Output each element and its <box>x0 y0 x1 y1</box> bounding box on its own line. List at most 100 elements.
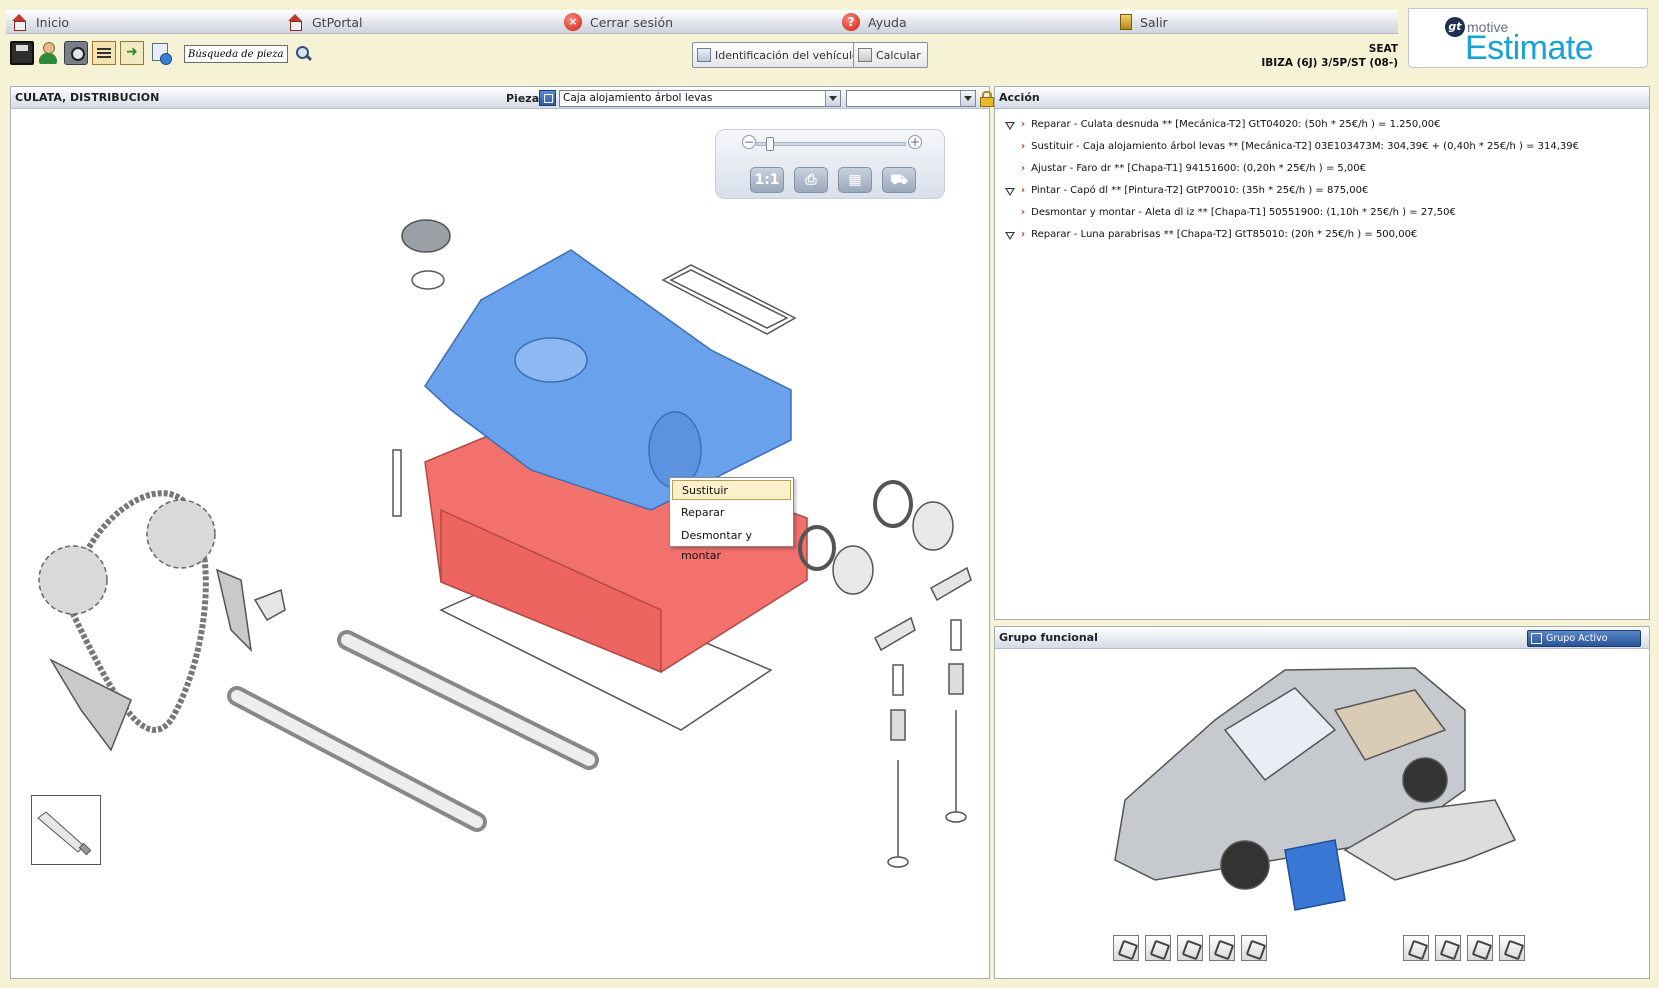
menu-gtportal[interactable]: GtPortal <box>286 13 363 31</box>
zoom-out-button[interactable]: − <box>742 135 756 149</box>
bolt-part[interactable] <box>392 449 402 517</box>
action-row[interactable]: › Reparar - Luna parabrisas ** [Chapa-T2]… <box>1021 229 1417 240</box>
group-cooling-icon[interactable] <box>1435 935 1461 961</box>
car-wheel-icon <box>1220 840 1270 890</box>
vehicle-make: SEAT <box>1368 43 1398 55</box>
sprocket-part[interactable] <box>38 545 108 615</box>
part-select-value: Caja alojamiento árbol levas <box>563 92 713 104</box>
action-panel-header: Acción <box>995 87 1649 109</box>
ctx-desmontar-montar[interactable]: Desmontar y montar <box>672 526 791 562</box>
tensioner-plate-part[interactable] <box>253 588 286 622</box>
part-context-menu: Sustituir Reparar Desmontar y montar <box>669 477 794 562</box>
menu-inicio-label: Inicio <box>36 14 70 30</box>
part-select[interactable]: Caja alojamiento árbol levas <box>559 90 841 107</box>
oil-cap-seal-part[interactable] <box>411 270 445 290</box>
valve-spring-part[interactable] <box>948 663 964 695</box>
sealant-tube-thumbnail[interactable] <box>31 795 101 865</box>
group-engine-icon[interactable] <box>1145 935 1171 961</box>
parts-catalog-icon[interactable] <box>150 41 174 65</box>
menu-cerrar-sesion[interactable]: × Cerrar sesión <box>564 13 673 31</box>
identify-vehicle-label: Identificación del vehículo <box>715 48 859 62</box>
action-row[interactable]: › Pintar - Capó dl ** [Pintura-T2] GtP700… <box>1021 185 1368 196</box>
zoom-slider-track[interactable] <box>756 142 906 146</box>
part-subselect[interactable] <box>846 90 976 107</box>
close-icon: × <box>564 13 582 31</box>
car-view-icon[interactable]: ⛟ <box>882 167 916 193</box>
menu-salir-label: Salir <box>1140 14 1168 30</box>
sprocket-part[interactable] <box>146 499 216 569</box>
rocker-arm-part[interactable] <box>874 616 916 652</box>
vehicle-model: IBIZA (6J) 3/5P/ST (08-) <box>1261 57 1398 69</box>
calculate-label: Calcular <box>876 48 921 62</box>
group-tool-icon[interactable] <box>1113 935 1139 961</box>
cap-plug-part[interactable] <box>832 545 874 595</box>
chevron-right-icon: › <box>1021 207 1026 218</box>
chevron-down-icon <box>825 91 840 106</box>
grid-view-icon[interactable]: ▦ <box>838 167 872 193</box>
action-row-text: Desmontar y montar - Aleta dl iz ** [Cha… <box>1031 207 1456 218</box>
identify-vehicle-button[interactable]: Identificación del vehículo <box>692 42 866 68</box>
action-panel: Acción › Reparar - Culata desnuda ** [Mec… <box>994 86 1650 620</box>
logo-estimate-text: Estimate <box>1465 29 1594 67</box>
lifter-part[interactable] <box>950 619 962 651</box>
home-icon <box>286 13 304 31</box>
zoom-slider-thumb[interactable] <box>766 137 774 151</box>
chain-guide-part[interactable] <box>49 658 132 752</box>
zoom-control: − + 1:1 ⎙ ▦ ⛟ <box>715 129 945 199</box>
oil-cap-part[interactable] <box>401 219 451 253</box>
menu-inicio[interactable]: Inicio <box>10 13 69 31</box>
action-row[interactable]: › Ajustar - Faro dr ** [Chapa-T1] 9415160… <box>1021 163 1366 174</box>
help-icon: ? <box>842 13 860 31</box>
user-icon[interactable] <box>36 41 60 65</box>
chevron-right-icon: › <box>1021 119 1026 130</box>
cap-plug-part[interactable] <box>912 501 954 551</box>
action-row[interactable]: › Sustituir - Caja alojamiento árbol leva… <box>1021 141 1579 152</box>
chevron-right-icon: › <box>1021 141 1026 152</box>
menu-salir[interactable]: Salir <box>1120 13 1168 31</box>
lifter-part[interactable] <box>892 664 904 696</box>
filter-icon[interactable] <box>1005 232 1016 242</box>
export-icon[interactable] <box>120 41 144 65</box>
filter-icon[interactable] <box>1005 122 1016 132</box>
rocker-arm-part[interactable] <box>930 566 972 602</box>
action-panel-title: Acción <box>999 91 1040 104</box>
clipboard-icon[interactable] <box>92 41 116 65</box>
action-row-text: Reparar - Culata desnuda ** [Mecánica-T2… <box>1031 119 1441 130</box>
calculate-button[interactable]: Calcular <box>853 42 928 68</box>
chain-tensioner-part[interactable] <box>215 568 253 653</box>
functional-group-panel: Grupo funcional Grupo Activo <box>994 626 1650 979</box>
action-row[interactable]: › Reparar - Culata desnuda ** [Mecánica-T… <box>1021 119 1441 130</box>
seal-ring-part[interactable] <box>873 480 913 528</box>
group-document-icon[interactable] <box>1177 935 1203 961</box>
part-picker-icon[interactable] <box>539 90 556 106</box>
group-wrench-icon[interactable] <box>1241 935 1267 961</box>
group-bodywork-icon[interactable] <box>1499 935 1525 961</box>
camera-icon[interactable] <box>64 41 88 65</box>
action-row[interactable]: › Desmontar y montar - Aleta dl iz ** [Ch… <box>1021 207 1456 218</box>
group-mechanics-icon[interactable] <box>1209 935 1235 961</box>
engine-group-highlight-icon <box>1284 839 1346 911</box>
ctx-sustituir[interactable]: Sustituir <box>672 480 791 500</box>
action-row-text: Pintar - Capó dl ** [Pintura-T2] GtP7001… <box>1031 185 1369 196</box>
chevron-right-icon: › <box>1021 185 1026 196</box>
action-row-text: Sustituir - Caja alojamiento árbol levas… <box>1031 141 1579 152</box>
vehicle-id-icon <box>697 48 711 62</box>
zoom-in-button[interactable]: + <box>908 135 922 149</box>
vehicle-illustration[interactable] <box>995 650 1649 930</box>
toolbar: Identificación del vehículo Calcular SEA… <box>6 36 1398 72</box>
print-icon[interactable]: ⎙ <box>794 167 828 193</box>
menu-ayuda[interactable]: ? Ayuda <box>842 13 907 31</box>
chevron-right-icon: › <box>1021 229 1026 240</box>
save-icon[interactable] <box>10 41 34 65</box>
parts-search-input[interactable] <box>184 45 288 63</box>
zoom-actual-size-button[interactable]: 1:1 <box>750 167 784 193</box>
valve-spring-part[interactable] <box>890 709 906 741</box>
lock-icon[interactable] <box>980 91 994 107</box>
menu-ayuda-label: Ayuda <box>868 14 907 30</box>
filter-icon[interactable] <box>1005 188 1016 198</box>
ctx-reparar[interactable]: Reparar <box>672 503 791 523</box>
active-group-button[interactable]: Grupo Activo <box>1527 630 1641 647</box>
group-electrical-icon[interactable] <box>1403 935 1429 961</box>
group-paint-icon[interactable] <box>1467 935 1493 961</box>
search-icon[interactable] <box>296 46 312 62</box>
